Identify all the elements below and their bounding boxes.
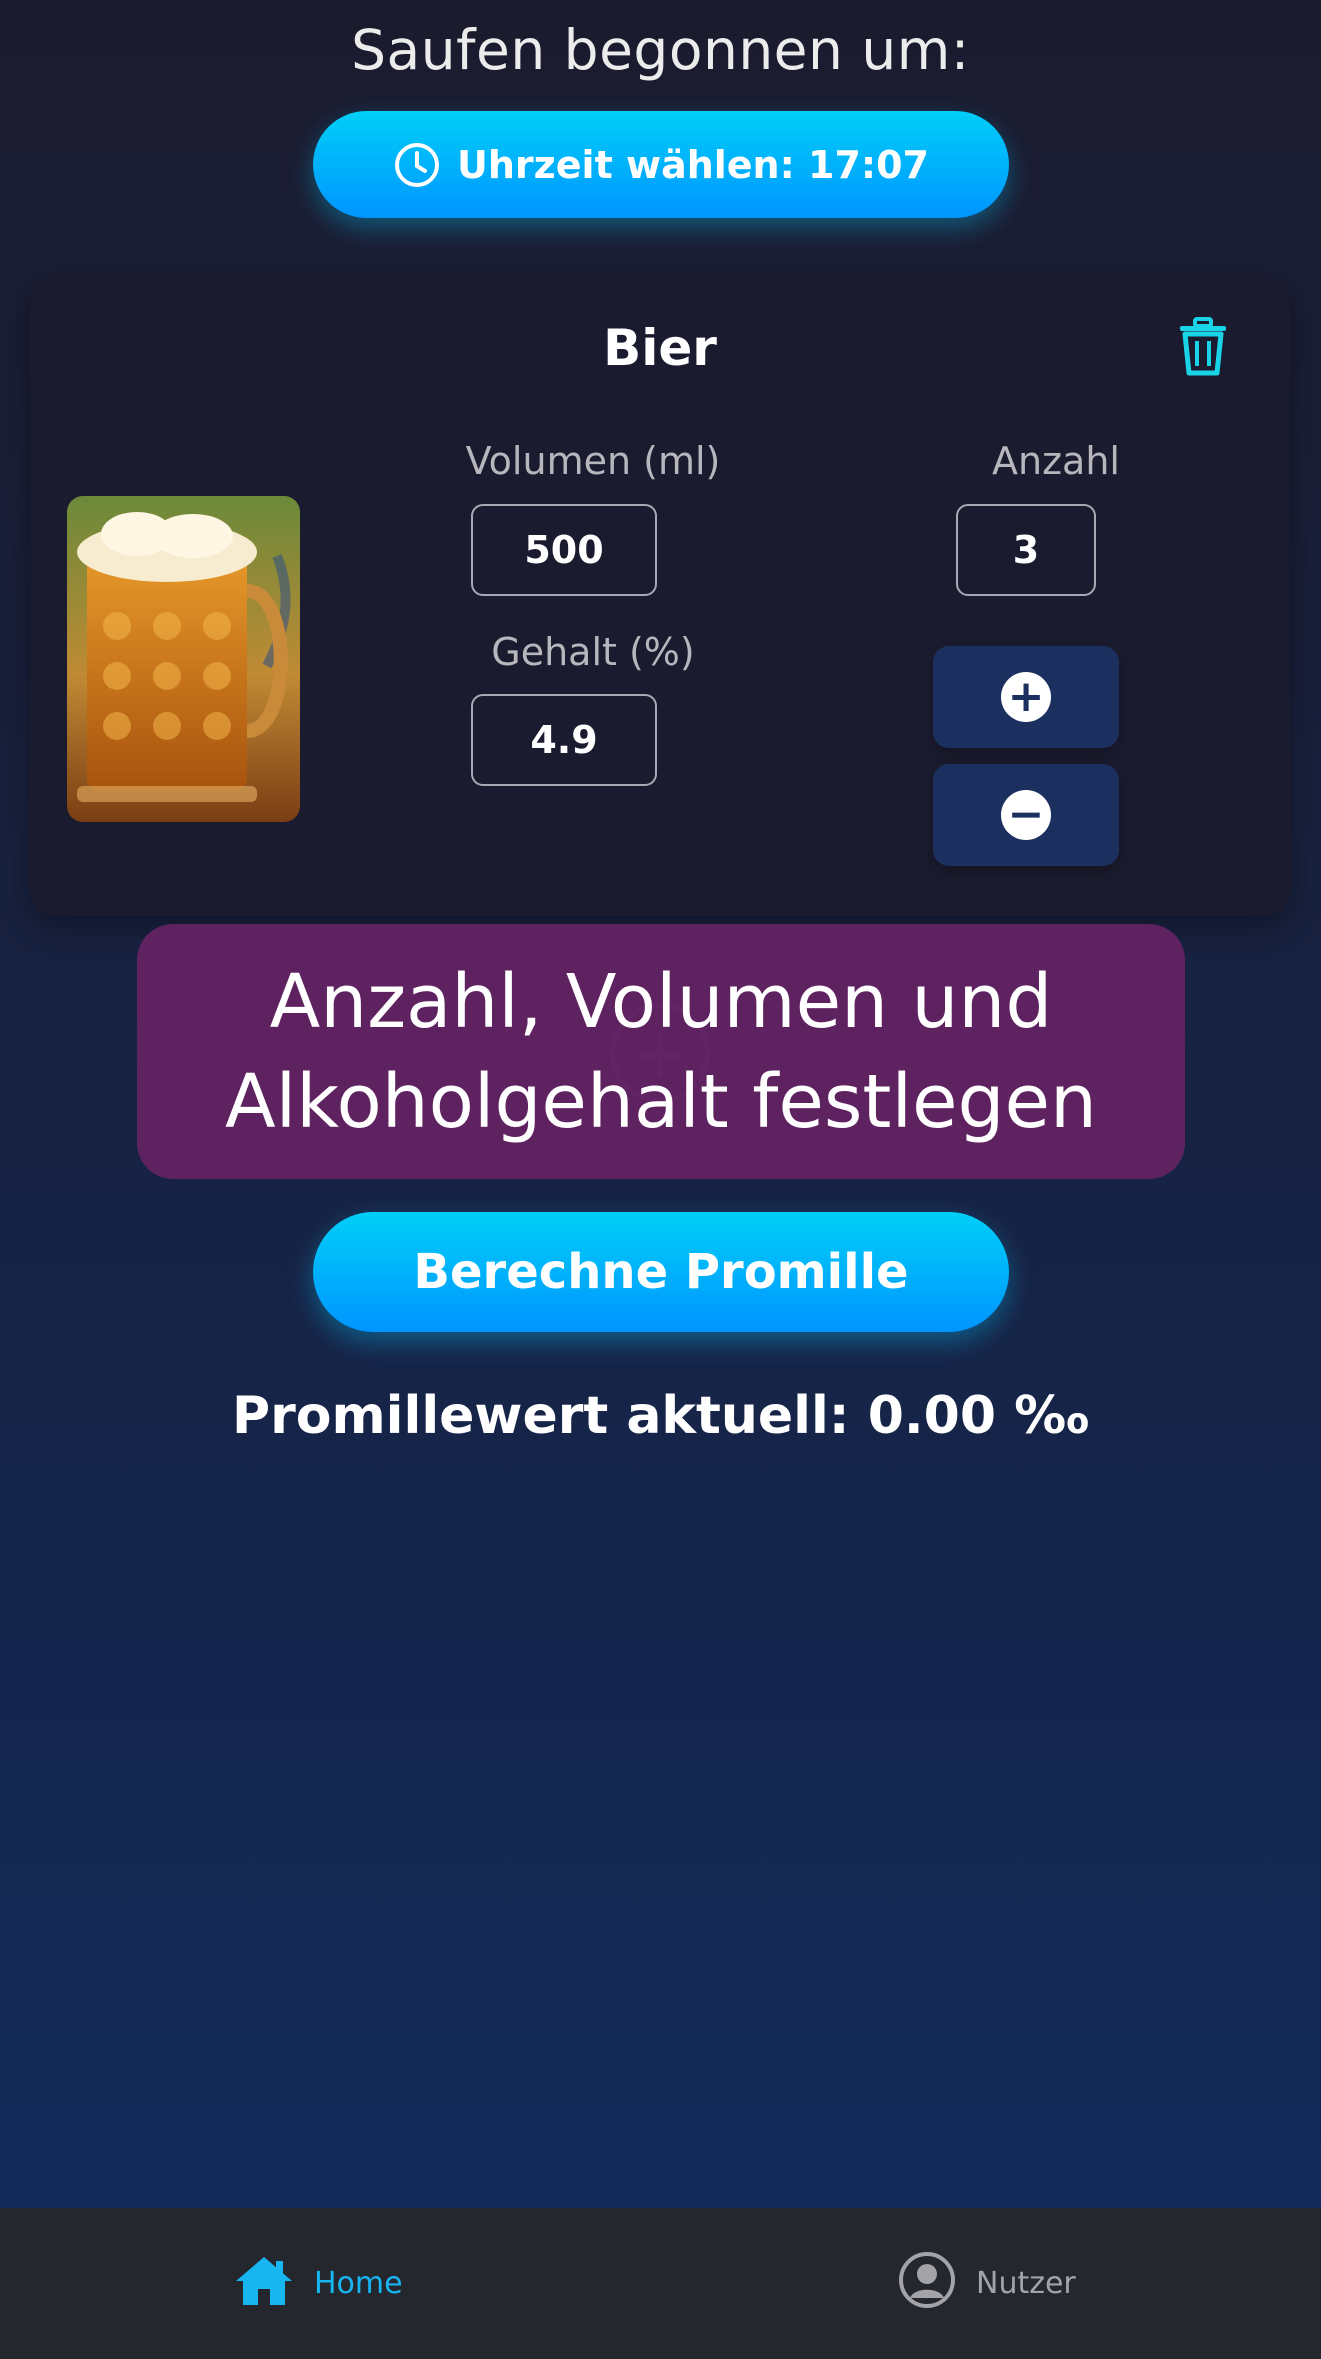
- increment-button[interactable]: +: [933, 646, 1119, 748]
- tooltip-line-2: Alkoholgehalt festlegen: [225, 1058, 1097, 1145]
- start-time-heading: Saufen begonnen um:: [351, 18, 970, 82]
- drink-name: Bier: [603, 319, 717, 377]
- beer-image: [67, 496, 300, 822]
- tooltip-line-1: Anzahl, Volumen und: [269, 958, 1053, 1045]
- calculate-promille-button[interactable]: Berechne Promille: [313, 1212, 1009, 1332]
- alcohol-content-input[interactable]: 4.9: [471, 694, 657, 786]
- nav-user-label: Nutzer: [976, 2266, 1076, 2301]
- choose-time-button[interactable]: Uhrzeit wählen: 17:07: [313, 111, 1009, 218]
- count-label: Anzahl: [992, 439, 1120, 483]
- minus-circle-icon: −: [1001, 790, 1051, 840]
- clock-icon: [393, 141, 441, 189]
- decrement-button[interactable]: −: [933, 764, 1119, 866]
- volume-input[interactable]: 500: [471, 504, 657, 596]
- nav-user[interactable]: Nutzer: [898, 2208, 1076, 2359]
- nav-home[interactable]: Home: [234, 2208, 403, 2359]
- promille-result: Promillewert aktuell: 0.00 ‰: [232, 1386, 1089, 1446]
- onboarding-tooltip: Anzahl, Volumen und Alkoholgehalt festle…: [137, 924, 1185, 1179]
- home-icon: [234, 2253, 294, 2315]
- drink-card: Bier Volumen (ml) 500 Gehalt (%) 4.9 Anz…: [30, 279, 1290, 916]
- trash-icon[interactable]: [1176, 317, 1230, 377]
- plus-circle-icon: +: [1001, 672, 1051, 722]
- choose-time-label: Uhrzeit wählen: 17:07: [457, 142, 929, 187]
- count-input[interactable]: 3: [956, 504, 1096, 596]
- nav-home-label: Home: [314, 2266, 403, 2301]
- volume-label: Volumen (ml): [465, 439, 721, 483]
- bottom-navigation: Home Nutzer: [0, 2208, 1321, 2359]
- user-icon: [898, 2251, 956, 2317]
- content-label: Gehalt (%): [491, 630, 695, 674]
